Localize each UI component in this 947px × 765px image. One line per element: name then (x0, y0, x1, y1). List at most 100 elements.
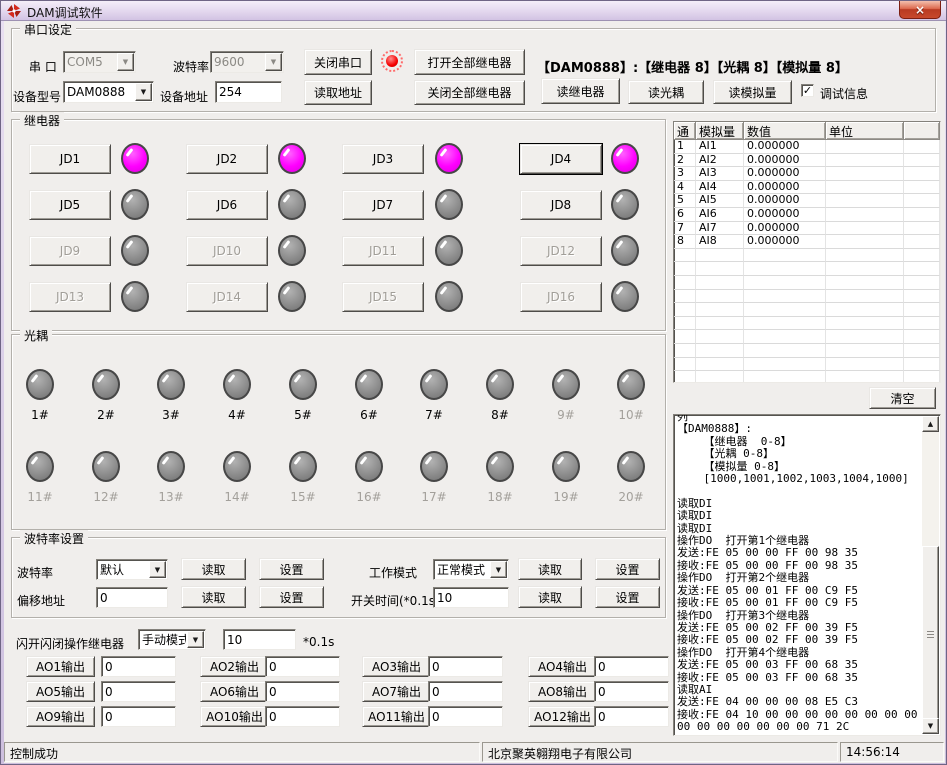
col-channel-cell (674, 358, 696, 372)
scroll-down-icon[interactable]: ▼ (922, 718, 939, 734)
ao-output-button-10[interactable]: AO10输出 (200, 706, 269, 727)
close-port-button[interactable]: 关闭串口 (304, 49, 372, 75)
table-row[interactable]: 7AI70.000000 (674, 222, 940, 236)
ao-output-input-5[interactable] (101, 681, 176, 702)
table-row[interactable]: 6AI60.000000 (674, 208, 940, 222)
col-unit-cell (826, 235, 904, 249)
ao-output-input-6[interactable] (265, 681, 340, 702)
table-row[interactable]: 4AI40.000000 (674, 181, 940, 195)
col-value-cell: 0.000000 (744, 140, 826, 154)
relay-button-jd7[interactable]: JD7 (342, 190, 424, 220)
scroll-up-icon[interactable]: ▲ (922, 416, 939, 432)
col-unit-cell (826, 371, 904, 383)
workmode-read-button[interactable]: 读取 (518, 558, 582, 580)
col-analog-cell: AI6 (696, 208, 744, 222)
table-row[interactable]: 3AI30.000000 (674, 167, 940, 181)
col-unit-cell (826, 249, 904, 263)
offset-read-button[interactable]: 读取 (181, 586, 246, 608)
debug-info-checkbox[interactable]: ✓ (801, 84, 814, 97)
col-value-cell: 0.000000 (744, 194, 826, 208)
baud-set-label: 波特率 (17, 564, 53, 581)
ao-output-input-7[interactable] (428, 681, 503, 702)
table-row[interactable]: 5AI50.000000 (674, 194, 940, 208)
ao-output-input-3[interactable] (428, 656, 503, 677)
workmode-set-button[interactable]: 设置 (595, 558, 660, 580)
switch-time-input[interactable] (433, 587, 509, 608)
close-button[interactable]: × (899, 1, 941, 19)
ao-output-input-11[interactable] (428, 706, 503, 727)
relay-button-jd9: JD9 (29, 236, 111, 266)
flash-mode-combobox[interactable]: 手动模式 ▼ (138, 629, 206, 650)
workmode-combobox[interactable]: 正常模式 ▼ (433, 559, 509, 580)
ao-output-input-8[interactable] (594, 681, 669, 702)
col-filler-header[interactable] (904, 122, 940, 140)
relay-button-jd6[interactable]: JD6 (186, 190, 268, 220)
switch-time-read-button[interactable]: 读取 (518, 586, 582, 608)
read-relays-button[interactable]: 读继电器 (541, 78, 620, 104)
opto-group-label: 光耦 (20, 327, 52, 344)
ao-output-button-2[interactable]: AO2输出 (200, 656, 269, 677)
open-all-relays-button[interactable]: 打开全部继电器 (414, 49, 525, 75)
close-all-relays-button[interactable]: 关闭全部继电器 (414, 80, 525, 105)
ao-output-input-12[interactable] (594, 706, 669, 727)
ao-output-button-7[interactable]: AO7输出 (362, 681, 431, 702)
relay-button-jd3[interactable]: JD3 (342, 144, 424, 174)
ao-output-input-2[interactable] (265, 656, 340, 677)
offset-address-input[interactable] (96, 587, 168, 608)
ao-output-button-12[interactable]: AO12输出 (528, 706, 597, 727)
table-row (674, 344, 940, 358)
device-address-input[interactable] (215, 81, 282, 103)
ao-output-button-8[interactable]: AO8输出 (528, 681, 597, 702)
ao-output-button-9[interactable]: AO9输出 (26, 706, 95, 727)
opto-led-7 (420, 369, 448, 400)
relay-led-jd10 (278, 235, 306, 266)
window-title: DAM调试软件 (27, 4, 103, 21)
ao-output-button-6[interactable]: AO6输出 (200, 681, 269, 702)
read-address-button[interactable]: 读取地址 (304, 80, 372, 105)
ao-output-button-5[interactable]: AO5输出 (26, 681, 95, 702)
read-analog-button[interactable]: 读模拟量 (713, 80, 792, 104)
relay-button-jd4[interactable]: JD4 (520, 144, 602, 174)
relay-button-jd11: JD11 (342, 236, 424, 266)
status-time: 14:56:14 (840, 742, 944, 762)
baud-set-combobox[interactable]: 默认 ▼ (96, 559, 168, 580)
offset-set-button[interactable]: 设置 (259, 586, 324, 608)
col-analog-cell (696, 290, 744, 304)
ao-output-button-3[interactable]: AO3输出 (362, 656, 431, 677)
table-row[interactable]: 1AI10.000000 (674, 140, 940, 154)
ao-output-input-10[interactable] (265, 706, 340, 727)
opto-label-6: 6# (348, 408, 390, 422)
col-analog-header[interactable]: 模拟量 (696, 122, 744, 140)
baud-read-button[interactable]: 读取 (181, 558, 246, 580)
relay-button-jd8[interactable]: JD8 (520, 190, 602, 220)
table-row[interactable]: 2AI20.000000 (674, 154, 940, 168)
relay-led-jd12 (611, 235, 639, 266)
baud-set-button[interactable]: 设置 (259, 558, 324, 580)
col-value-cell (744, 330, 826, 344)
clear-button[interactable]: 清空 (869, 387, 936, 409)
col-channel-header[interactable]: 通 (674, 122, 696, 140)
filler-cell (904, 181, 940, 195)
log-box[interactable]: 列 【DAM0888】: 【继电器 0-8】 【光耦 0-8】 【模拟量 0-8… (673, 414, 941, 736)
ao-output-button-11[interactable]: AO11输出 (362, 706, 431, 727)
log-scrollbar[interactable]: ▲ ▼ (922, 416, 939, 734)
flash-time-input[interactable] (223, 629, 296, 650)
col-unit-header[interactable]: 单位 (826, 122, 904, 140)
col-value-header[interactable]: 数值 (744, 122, 826, 140)
ao-output-button-1[interactable]: AO1输出 (26, 656, 95, 677)
table-row[interactable]: 8AI80.000000 (674, 235, 940, 249)
scrollbar-thumb[interactable] (922, 546, 939, 721)
ao-output-input-9[interactable] (101, 706, 176, 727)
window-titlebar[interactable]: DAM调试软件 × (1, 1, 946, 21)
ao-output-button-4[interactable]: AO4输出 (528, 656, 597, 677)
ao-output-input-1[interactable] (101, 656, 176, 677)
device-model-combobox[interactable]: DAM0888 ▼ (63, 81, 154, 103)
col-analog-cell (696, 358, 744, 372)
switch-time-set-button[interactable]: 设置 (595, 586, 660, 608)
relay-button-jd2[interactable]: JD2 (186, 144, 268, 174)
read-opto-button[interactable]: 读光耦 (628, 80, 704, 104)
col-value-cell: 0.000000 (744, 208, 826, 222)
relay-button-jd5[interactable]: JD5 (29, 190, 111, 220)
ao-output-input-4[interactable] (594, 656, 669, 677)
relay-button-jd1[interactable]: JD1 (29, 144, 111, 174)
